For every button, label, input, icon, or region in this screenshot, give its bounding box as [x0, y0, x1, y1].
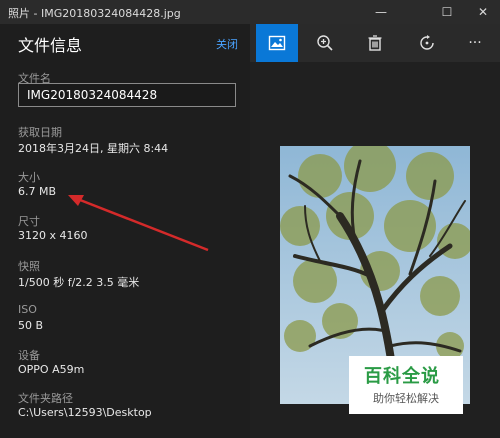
watermark-title: 百科全说: [364, 366, 440, 387]
watermark-logo: 百科全说 助你轻松解决: [349, 356, 463, 414]
watermark-subtitle: 助你轻松解决: [373, 392, 439, 405]
